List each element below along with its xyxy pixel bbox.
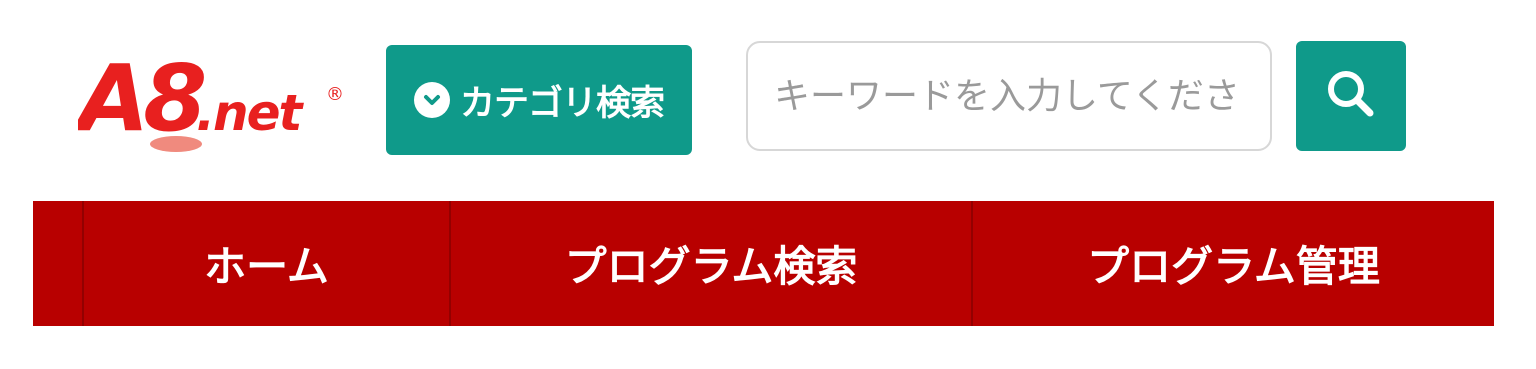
category-search-button[interactable]: カテゴリ検索 <box>386 45 692 155</box>
page: A8 .net ® カテゴリ検索 ホーム プログラム検索 <box>0 0 1536 369</box>
search-button[interactable] <box>1296 41 1406 151</box>
nav-item-program-management[interactable]: プログラム管理 <box>971 201 1494 326</box>
search-icon <box>1323 66 1379 126</box>
nav-item-home[interactable]: ホーム <box>82 201 449 326</box>
chevron-down-circle-icon <box>413 82 450 118</box>
category-search-label: カテゴリ検索 <box>459 83 665 124</box>
logo-net: .net <box>196 84 305 142</box>
nav-item-label: ホーム <box>204 242 329 291</box>
nav-item-program-search[interactable]: プログラム検索 <box>449 201 971 326</box>
nav-lead-spacer <box>33 201 82 326</box>
a8net-logo[interactable]: A8 .net ® <box>78 38 350 158</box>
logo-a8: A8 <box>78 45 204 152</box>
keyword-search-input[interactable] <box>746 41 1272 151</box>
logo-registered-mark: ® <box>326 84 344 105</box>
logo-graphic: A8 .net ® <box>78 45 344 152</box>
nav-item-label: プログラム検索 <box>564 242 858 291</box>
main-nav: ホーム プログラム検索 プログラム管理 <box>33 201 1494 326</box>
nav-item-label: プログラム管理 <box>1087 242 1380 291</box>
